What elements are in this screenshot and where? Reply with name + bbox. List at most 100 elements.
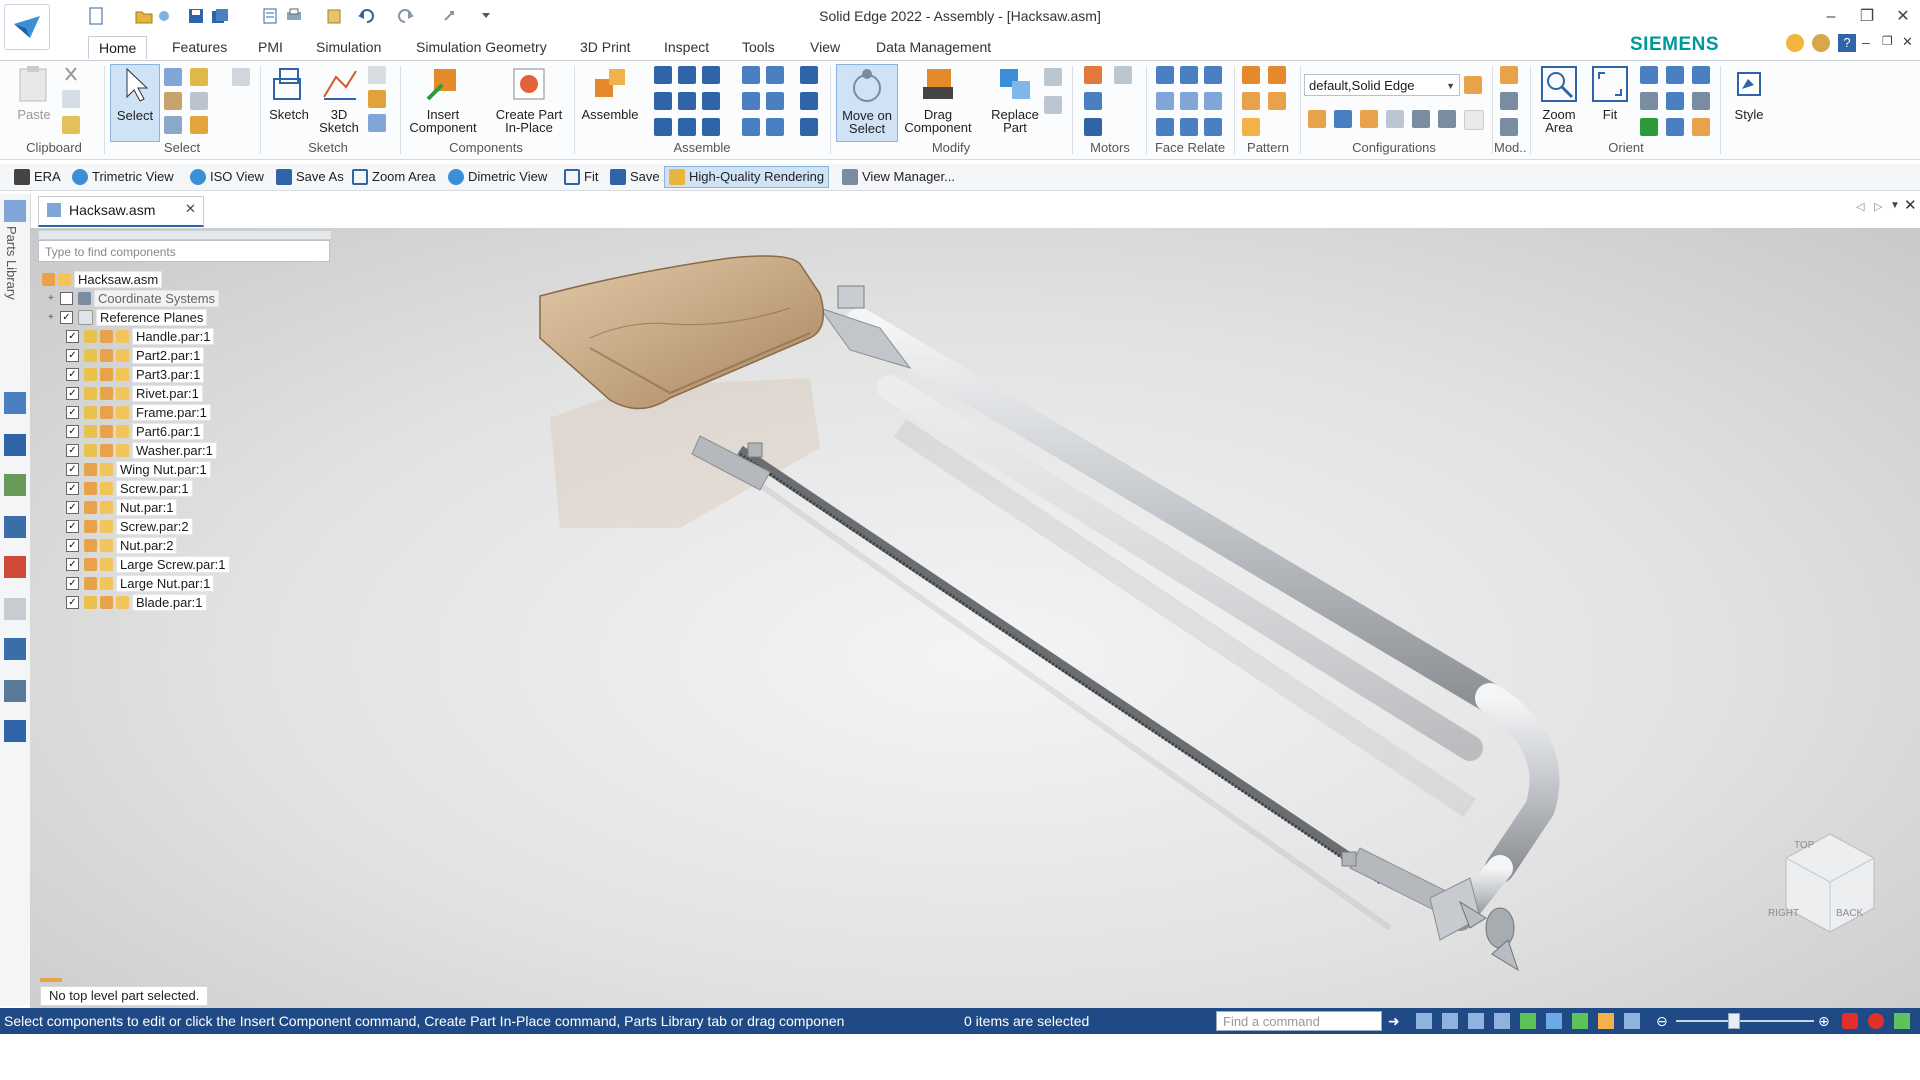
tree-item-screw-1[interactable]: ✓ Screw.par:1 [66,479,193,497]
pathfinder-grip[interactable] [38,230,332,240]
zoom-in-icon[interactable]: ⊕ [1818,1013,1834,1029]
style-button[interactable]: Style [1726,64,1772,121]
relationship-icon[interactable] [4,680,26,702]
visibility-checkbox[interactable]: ✓ [66,367,79,381]
parallel-icon[interactable] [742,66,760,84]
save-as-button[interactable]: Save As [276,166,344,188]
sb-view-4-icon[interactable] [1598,1013,1614,1029]
visibility-checkbox[interactable]: ✓ [66,348,79,362]
close-document-icon[interactable]: ✕ [1904,196,1917,214]
configuration-dropdown[interactable]: default,Solid Edge ▼ [1304,74,1460,96]
visibility-checkbox[interactable]: ✓ [66,557,79,571]
save-icon[interactable] [186,6,206,26]
zoom-slider-thumb[interactable] [1728,1013,1740,1029]
save-view-button[interactable]: Save [610,166,660,188]
select-tools-icon[interactable] [164,92,182,110]
feature-library-icon[interactable] [4,434,26,456]
simulate-motor-icon[interactable] [1084,118,1102,136]
match-coordinate-icon[interactable] [654,118,672,136]
tab-scroll-left-icon[interactable]: ◁ [1856,200,1864,213]
linear-motor-icon[interactable] [1084,92,1102,110]
settings-gear-icon[interactable] [4,720,26,742]
tree-item-large-nut[interactable]: ✓ Large Nut.par:1 [66,574,215,592]
tree-item-part6[interactable]: ✓ Part6.par:1 [66,422,205,440]
relation-assistant-icon[interactable] [800,118,818,136]
sketch-option-2-icon[interactable] [368,90,386,108]
rotate-icon[interactable] [1640,92,1658,110]
visibility-checkbox[interactable]: ✓ [60,310,73,324]
3d-sketch-button[interactable]: 3D Sketch [316,64,362,134]
trimetric-view-button[interactable]: Trimetric View [72,166,174,188]
sb-view-2-icon[interactable] [1546,1013,1562,1029]
video-icon[interactable] [1842,1013,1858,1029]
distance-icon[interactable] [766,66,784,84]
link-icon[interactable] [4,598,26,620]
wing-nut[interactable] [1459,900,1519,972]
orient-option-1-icon[interactable] [1666,66,1684,84]
record-icon[interactable] [1868,1013,1884,1029]
expand-icon[interactable]: + [48,293,60,304]
undo-icon[interactable] [356,6,376,26]
face-relate-1-icon[interactable] [1156,66,1174,84]
large-nut[interactable] [837,285,865,309]
config-4-icon[interactable] [1386,110,1404,128]
tab-simulation-geometry[interactable]: Simulation Geometry [406,36,557,58]
tree-item-wing-nut[interactable]: ✓ Wing Nut.par:1 [66,460,211,478]
sb-view-1-icon[interactable] [1416,1013,1432,1029]
go-arrow-icon[interactable]: ➜ [1388,1013,1404,1029]
face-relate-9-icon[interactable] [1204,118,1222,136]
tab-tools[interactable]: Tools [732,36,785,58]
tab-scroll-right-icon[interactable]: ▷ [1874,200,1882,213]
tree-item-rivet[interactable]: ✓ Rivet.par:1 [66,384,203,402]
sketch-button[interactable]: Sketch [266,64,312,121]
align-icon[interactable] [678,66,696,84]
blade[interactable] [737,445,1383,883]
nut-1[interactable] [747,442,763,458]
drag-component-button[interactable]: Drag Component [900,64,976,134]
fit-button[interactable]: Fit [1588,64,1632,121]
modify-option-1-icon[interactable] [1044,68,1062,86]
tangent-icon[interactable] [766,92,784,110]
layers-icon[interactable] [4,474,26,496]
config-6-icon[interactable] [1438,110,1456,128]
orient-option-2-icon[interactable] [1692,66,1710,84]
visibility-checkbox[interactable]: ✓ [66,329,79,343]
save-all-icon[interactable] [210,6,230,26]
select-parts-icon[interactable] [190,68,208,86]
visibility-checkbox[interactable]: ✓ [66,405,79,419]
redo-icon[interactable] [396,6,416,26]
iso-view-button[interactable]: ISO View [190,166,264,188]
restore-button[interactable]: ❐ [1852,4,1882,30]
zoom-out-icon[interactable]: ⊖ [1656,1013,1672,1029]
open-options-icon[interactable] [154,6,174,26]
visibility-checkbox[interactable]: ✓ [66,462,79,476]
tree-item-large-screw[interactable]: ✓ Large Screw.par:1 [66,555,230,573]
insert-relation-icon[interactable] [702,66,720,84]
doc-close-icon[interactable]: ✕ [1902,34,1913,50]
format-painter-icon[interactable] [62,116,80,134]
config-7-icon[interactable] [1464,110,1484,130]
config-3-icon[interactable] [1360,110,1378,128]
zoom-area-button[interactable]: Zoom Area [1536,64,1582,134]
face-relate-5-icon[interactable] [1180,92,1198,110]
quick-pick-icon[interactable] [232,68,250,86]
insert-component-button[interactable]: Insert Component [404,64,482,134]
pattern-icon[interactable] [1242,66,1260,84]
duplicate-icon[interactable] [1268,92,1286,110]
tab-view[interactable]: View [800,36,850,58]
close-tab-icon[interactable]: ✕ [185,201,196,217]
sketch-option-3-icon[interactable] [368,114,386,132]
face-relate-2-icon[interactable] [1180,66,1198,84]
minimize-button[interactable]: – [1816,4,1846,30]
motor-option-icon[interactable] [1114,66,1132,84]
flip-icon[interactable] [766,118,784,136]
spin-about-icon[interactable] [1640,118,1658,136]
sb-rotate-icon[interactable] [1520,1013,1536,1029]
copy-icon[interactable] [62,90,80,108]
visibility-checkbox[interactable]: ✓ [66,500,79,514]
assembly-pathfinder-icon[interactable] [4,392,26,414]
tree-item-washer[interactable]: ✓ Washer.par:1 [66,441,217,459]
3d-viewport[interactable]: TOP RIGHT BACK [30,228,1920,1010]
gear-relation-icon[interactable] [742,92,760,110]
visibility-checkbox[interactable] [60,291,73,305]
